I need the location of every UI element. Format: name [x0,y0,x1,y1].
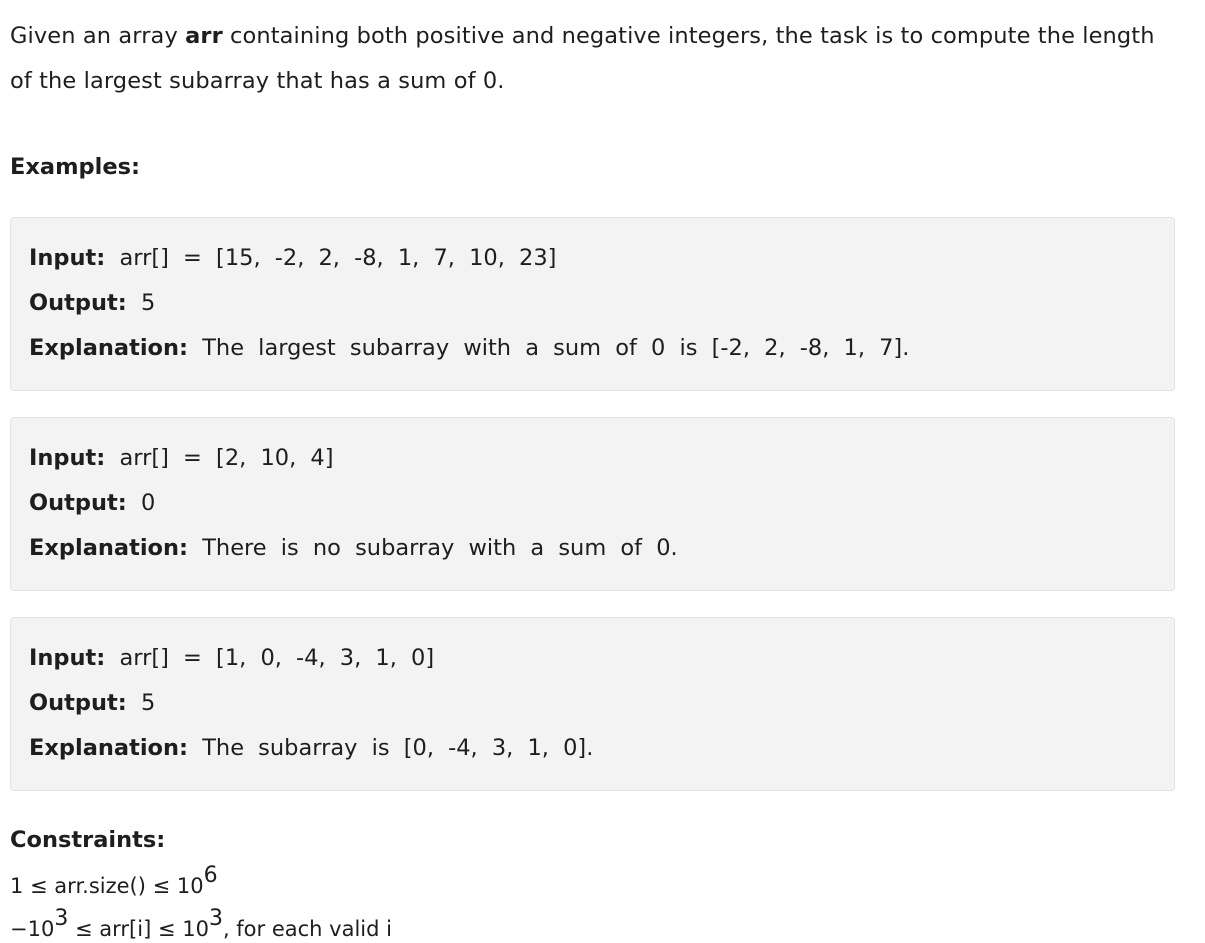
constraint-upper-bound: ≤ arr[i] ≤ 10 [68,917,209,941]
example-input-value: arr[] = [15, -2, 2, -8, 1, 7, 10, 23] [119,245,557,271]
example-input-line: Input: arr[] = [2, 10, 4] [29,436,1156,481]
exponent: 3 [54,906,69,931]
output-label: Output: [29,290,127,316]
example-explanation-line: Explanation: There is no subarray with a… [29,526,1156,571]
constraint-element-range: −103 ≤ arr[i] ≤ 103, for each valid i [10,908,1176,943]
example-explanation-line: Explanation: The subarray is [0, -4, 3, … [29,726,1156,771]
problem-statement: Given an array arr containing both posit… [10,14,1176,943]
example-output-line: Output: 5 [29,681,1156,726]
example-input-line: Input: arr[] = [1, 0, -4, 3, 1, 0] [29,636,1156,681]
problem-description: Given an array arr containing both posit… [10,14,1176,104]
exponent: 3 [208,906,223,931]
example-box: Input: arr[] = [15, -2, 2, -8, 1, 7, 10,… [10,217,1175,391]
example-box: Input: arr[] = [1, 0, -4, 3, 1, 0] Outpu… [10,617,1175,791]
example-output-value: 5 [140,690,156,716]
input-label: Input: [29,645,106,671]
constraint-array-size-text: 1 ≤ arr.size() ≤ 10 [10,874,204,898]
constraints-heading: Constraints: [10,827,166,853]
intro-text-start: Given an array [10,23,186,49]
examples-list: Input: arr[] = [15, -2, 2, -8, 1, 7, 10,… [10,217,1176,791]
explanation-label: Explanation: [29,535,189,561]
example-input-value: arr[] = [1, 0, -4, 3, 1, 0] [119,645,435,671]
input-label: Input: [29,445,106,471]
example-output-value: 5 [140,290,156,316]
examples-heading: Examples: [10,154,140,180]
example-explanation-line: Explanation: The largest subarray with a… [29,326,1156,371]
exponent: 6 [203,863,218,888]
constraint-suffix: , for each valid i [222,917,392,941]
variable-name: arr [185,23,223,49]
explanation-label: Explanation: [29,335,189,361]
constraint-array-size: 1 ≤ arr.size() ≤ 106 [10,865,1176,900]
constraint-lower-bound: −10 [10,917,55,941]
input-label: Input: [29,245,106,271]
output-label: Output: [29,490,127,516]
output-label: Output: [29,690,127,716]
example-output-line: Output: 0 [29,481,1156,526]
example-explanation-text: The subarray is [0, -4, 3, 1, 0]. [202,735,594,761]
example-input-line: Input: arr[] = [15, -2, 2, -8, 1, 7, 10,… [29,236,1156,281]
example-explanation-text: The largest subarray with a sum of 0 is … [202,335,910,361]
example-output-line: Output: 5 [29,281,1156,326]
example-input-value: arr[] = [2, 10, 4] [119,445,334,471]
explanation-label: Explanation: [29,735,189,761]
example-explanation-text: There is no subarray with a sum of 0. [202,535,678,561]
example-output-value: 0 [140,490,156,516]
example-box: Input: arr[] = [2, 10, 4] Output: 0 Expl… [10,417,1175,591]
